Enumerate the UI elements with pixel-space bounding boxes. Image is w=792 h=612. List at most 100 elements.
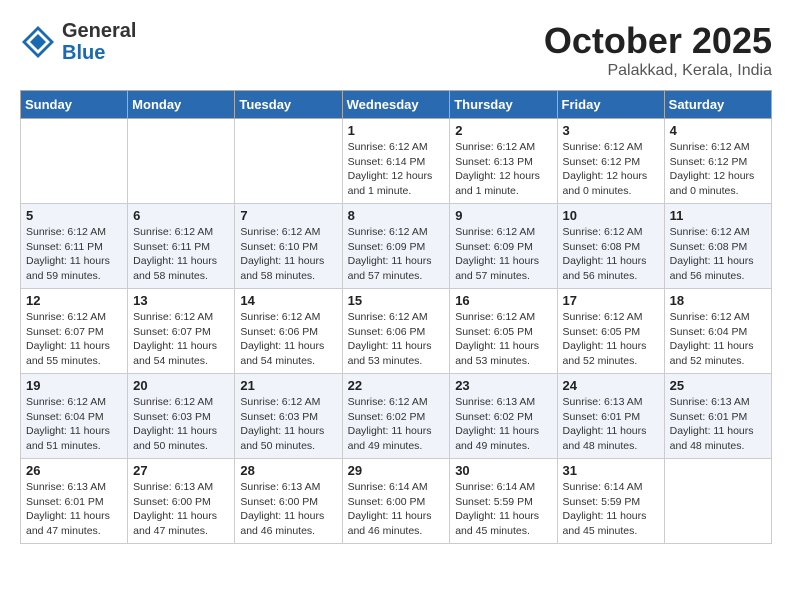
weekday-thursday: Thursday [450,91,557,119]
calendar-cell: 30 Sunrise: 6:14 AM Sunset: 5:59 PM Dayli… [450,459,557,544]
day-number: 23 [455,378,551,393]
calendar-cell: 25 Sunrise: 6:13 AM Sunset: 6:01 PM Dayli… [664,374,771,459]
day-number: 29 [348,463,445,478]
logo-text: General Blue [62,20,136,64]
day-info: Sunrise: 6:13 AM Sunset: 6:01 PM Dayligh… [26,480,122,539]
calendar-cell: 14 Sunrise: 6:12 AM Sunset: 6:06 PM Dayli… [235,289,342,374]
calendar-cell: 20Sunrise: 6:12 AM Sunset: 6:03 PM Dayli… [128,374,235,459]
weekday-tuesday: Tuesday [235,91,342,119]
day-info: Sunrise: 6:12 AM Sunset: 6:08 PM Dayligh… [563,225,659,284]
calendar-cell: 11Sunrise: 6:12 AM Sunset: 6:08 PM Dayli… [664,204,771,289]
logo-blue: Blue [62,42,105,64]
day-number: 3 [563,123,659,138]
day-info: Sunrise: 6:12 AM Sunset: 6:05 PM Dayligh… [563,310,659,369]
calendar-table: SundayMondayTuesdayWednesdayThursdayFrid… [20,90,772,544]
calendar-cell: 3 Sunrise: 6:12 AM Sunset: 6:12 PM Daylig… [557,119,664,204]
day-number: 12 [26,293,122,308]
calendar-cell: 8 Sunrise: 6:12 AM Sunset: 6:09 PM Daylig… [342,204,450,289]
day-info: Sunrise: 6:12 AM Sunset: 6:09 PM Dayligh… [348,225,445,284]
day-info: Sunrise: 6:12 AM Sunset: 6:08 PM Dayligh… [670,225,766,284]
day-info: Sunrise: 6:13 AM Sunset: 6:01 PM Dayligh… [563,395,659,454]
day-info: Sunrise: 6:14 AM Sunset: 5:59 PM Dayligh… [455,480,551,539]
day-number: 8 [348,208,445,223]
month-title: October 2025 [544,20,772,62]
weekday-header-row: SundayMondayTuesdayWednesdayThursdayFrid… [21,91,772,119]
calendar-cell: 29 Sunrise: 6:14 AM Sunset: 6:00 PM Dayli… [342,459,450,544]
day-number: 1 [348,123,445,138]
calendar-cell: 4 Sunrise: 6:12 AM Sunset: 6:12 PM Daylig… [664,119,771,204]
day-number: 17 [563,293,659,308]
calendar-cell: 2Sunrise: 6:12 AM Sunset: 6:13 PM Daylig… [450,119,557,204]
title-block: October 2025 Palakkad, Kerala, India [544,20,772,80]
calendar-cell: 16 Sunrise: 6:12 AM Sunset: 6:05 PM Dayli… [450,289,557,374]
day-number: 26 [26,463,122,478]
day-info: Sunrise: 6:13 AM Sunset: 6:00 PM Dayligh… [133,480,229,539]
calendar-cell: 19 Sunrise: 6:12 AM Sunset: 6:04 PM Dayli… [21,374,128,459]
day-info: Sunrise: 6:12 AM Sunset: 6:10 PM Dayligh… [240,225,336,284]
day-info: Sunrise: 6:12 AM Sunset: 6:11 PM Dayligh… [26,225,122,284]
day-number: 21 [240,378,336,393]
day-number: 15 [348,293,445,308]
day-number: 30 [455,463,551,478]
day-number: 20 [133,378,229,393]
logo: General Blue [20,20,136,64]
logo-icon [20,24,56,60]
day-number: 27 [133,463,229,478]
calendar-cell: 28 Sunrise: 6:13 AM Sunset: 6:00 PM Dayli… [235,459,342,544]
logo-general: General [62,20,136,42]
calendar-week-5: 26 Sunrise: 6:13 AM Sunset: 6:01 PM Dayli… [21,459,772,544]
weekday-sunday: Sunday [21,91,128,119]
day-number: 13 [133,293,229,308]
calendar-cell: 6 Sunrise: 6:12 AM Sunset: 6:11 PM Daylig… [128,204,235,289]
calendar-cell: 24 Sunrise: 6:13 AM Sunset: 6:01 PM Dayli… [557,374,664,459]
subtitle: Palakkad, Kerala, India [544,62,772,80]
calendar-cell: 23 Sunrise: 6:13 AM Sunset: 6:02 PM Dayli… [450,374,557,459]
day-info: Sunrise: 6:14 AM Sunset: 6:00 PM Dayligh… [348,480,445,539]
day-number: 28 [240,463,336,478]
day-info: Sunrise: 6:12 AM Sunset: 6:07 PM Dayligh… [26,310,122,369]
day-info: Sunrise: 6:12 AM Sunset: 6:04 PM Dayligh… [26,395,122,454]
day-number: 10 [563,208,659,223]
day-number: 25 [670,378,766,393]
day-number: 5 [26,208,122,223]
calendar-cell [235,119,342,204]
day-number: 4 [670,123,766,138]
day-info: Sunrise: 6:13 AM Sunset: 6:01 PM Dayligh… [670,395,766,454]
day-number: 19 [26,378,122,393]
calendar-cell: 27 Sunrise: 6:13 AM Sunset: 6:00 PM Dayli… [128,459,235,544]
calendar-cell: 15 Sunrise: 6:12 AM Sunset: 6:06 PM Dayli… [342,289,450,374]
weekday-friday: Friday [557,91,664,119]
day-number: 16 [455,293,551,308]
calendar-cell: 10 Sunrise: 6:12 AM Sunset: 6:08 PM Dayli… [557,204,664,289]
day-info: Sunrise: 6:12 AM Sunset: 6:04 PM Dayligh… [670,310,766,369]
day-number: 9 [455,208,551,223]
weekday-monday: Monday [128,91,235,119]
day-info: Sunrise: 6:14 AM Sunset: 5:59 PM Dayligh… [563,480,659,539]
day-info: Sunrise: 6:12 AM Sunset: 6:09 PM Dayligh… [455,225,551,284]
calendar-cell: 31 Sunrise: 6:14 AM Sunset: 5:59 PM Dayli… [557,459,664,544]
calendar-cell [664,459,771,544]
day-number: 31 [563,463,659,478]
weekday-saturday: Saturday [664,91,771,119]
day-number: 14 [240,293,336,308]
day-info: Sunrise: 6:13 AM Sunset: 6:02 PM Dayligh… [455,395,551,454]
calendar-cell: 17 Sunrise: 6:12 AM Sunset: 6:05 PM Dayli… [557,289,664,374]
day-info: Sunrise: 6:12 AM Sunset: 6:06 PM Dayligh… [240,310,336,369]
day-info: Sunrise: 6:12 AM Sunset: 6:06 PM Dayligh… [348,310,445,369]
day-info: Sunrise: 6:12 AM Sunset: 6:02 PM Dayligh… [348,395,445,454]
day-number: 6 [133,208,229,223]
calendar-cell [128,119,235,204]
calendar-cell: 9 Sunrise: 6:12 AM Sunset: 6:09 PM Daylig… [450,204,557,289]
calendar-week-2: 5 Sunrise: 6:12 AM Sunset: 6:11 PM Daylig… [21,204,772,289]
calendar-cell: 21Sunrise: 6:12 AM Sunset: 6:03 PM Dayli… [235,374,342,459]
day-info: Sunrise: 6:12 AM Sunset: 6:12 PM Dayligh… [563,140,659,199]
day-info: Sunrise: 6:13 AM Sunset: 6:00 PM Dayligh… [240,480,336,539]
weekday-wednesday: Wednesday [342,91,450,119]
day-number: 24 [563,378,659,393]
day-info: Sunrise: 6:12 AM Sunset: 6:11 PM Dayligh… [133,225,229,284]
page-header: General Blue October 2025 Palakkad, Kera… [20,20,772,80]
day-info: Sunrise: 6:12 AM Sunset: 6:05 PM Dayligh… [455,310,551,369]
calendar-cell: 12 Sunrise: 6:12 AM Sunset: 6:07 PM Dayli… [21,289,128,374]
calendar-cell: 26 Sunrise: 6:13 AM Sunset: 6:01 PM Dayli… [21,459,128,544]
day-info: Sunrise: 6:12 AM Sunset: 6:12 PM Dayligh… [670,140,766,199]
